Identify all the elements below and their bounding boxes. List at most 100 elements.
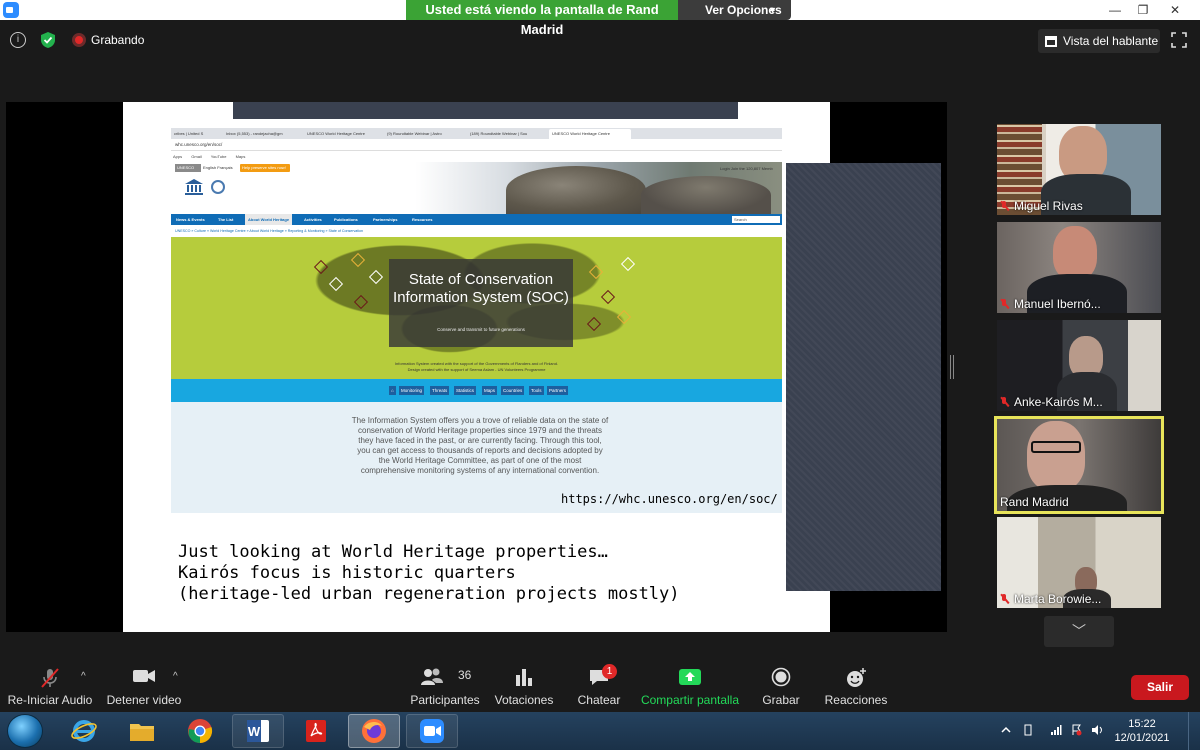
security-shield-icon[interactable] <box>40 31 56 49</box>
mic-muted-icon <box>1000 299 1009 309</box>
soc-tab-bar: ⌂ Monitoring Threats Statistics Maps Cou… <box>171 379 782 402</box>
login-link: Login Join the 120,807 Memb <box>720 166 773 171</box>
speaker-view-icon <box>1045 36 1057 47</box>
video-camera-icon <box>133 670 155 682</box>
audio-options-caret-icon[interactable]: ^ <box>81 671 86 682</box>
video-options-caret-icon[interactable]: ^ <box>173 671 178 682</box>
soc-tab: Countries <box>501 386 525 395</box>
participant-name: Miguel Rivas <box>1000 199 1083 213</box>
close-icon[interactable]: ✕ <box>1160 0 1190 20</box>
participant-name-label: Marta Borowie... <box>1014 592 1102 606</box>
pdf-icon <box>306 720 326 742</box>
participant-name-label: Miguel Rivas <box>1014 199 1083 213</box>
chrome-icon <box>188 719 213 744</box>
meeting-toolbar: Re-Iniciar Audio ^ Detener video ^ 36 Pa… <box>0 655 1200 712</box>
polls-chart-icon <box>516 669 532 686</box>
show-hidden-icons-icon[interactable] <box>1000 724 1012 736</box>
windows-start-icon[interactable] <box>7 714 43 748</box>
browser-bookmarks-bar: Apps Gmail YouTube Maps <box>171 151 782 162</box>
help-preserve-button: Help preserve sites now! <box>240 164 290 172</box>
network-icon[interactable] <box>1050 724 1062 736</box>
participant-tile[interactable]: Anke-Kairós M... <box>997 320 1161 411</box>
reactions-button[interactable]: Reacciones <box>822 655 890 712</box>
participant-tile[interactable]: Marta Borowie... <box>997 517 1161 608</box>
nav-item: News & Events <box>176 217 205 222</box>
gallery-scroll-down-button[interactable]: ﹀ <box>1044 616 1114 647</box>
nav-item: Resources <box>412 217 433 222</box>
header-photo <box>506 166 646 214</box>
meeting-info-icon[interactable]: i <box>10 32 26 48</box>
home-icon: ⌂ <box>389 386 396 395</box>
browser-tab: Inbox (5,553) - randejacha@gm <box>226 131 283 136</box>
device-icon[interactable] <box>1022 724 1034 736</box>
windows-taskbar: W 15:22 12/01/2021 <box>0 712 1200 750</box>
unesco-temple-logo-icon <box>185 179 203 195</box>
taskbar-firefox[interactable] <box>348 714 400 748</box>
mic-muted-icon <box>1000 201 1009 211</box>
soc-tab: Maps <box>482 386 498 395</box>
window-title-bar: Usted está viendo la pantalla de Rand Ma… <box>0 0 1200 37</box>
shared-screen: cribes | United S Inbox (5,553) - randej… <box>6 102 947 632</box>
nav-item-active: About World Heritage <box>245 214 293 225</box>
soc-banner: State of Conservation Information System… <box>171 237 782 379</box>
action-center-flag-icon[interactable] <box>1070 724 1082 736</box>
panel-splitter-handle[interactable] <box>950 355 954 379</box>
speaker-view-button[interactable]: Vista del hablante <box>1038 29 1160 53</box>
participant-tile-active-speaker[interactable]: Rand Madrid <box>994 416 1164 514</box>
language-links: English Français <box>203 165 233 170</box>
participant-video <box>1027 421 1085 491</box>
bookmark-item: YouTube <box>210 154 227 159</box>
view-options-button[interactable]: Ver Opciones ▼ <box>678 0 791 20</box>
chat-button[interactable]: 1 Chatear <box>570 655 628 712</box>
taskbar-chrome[interactable] <box>174 714 226 748</box>
participant-name-label: Rand Madrid <box>1000 495 1069 509</box>
participants-button[interactable]: 36 Participantes <box>405 655 485 712</box>
stop-video-button[interactable]: Detener video <box>104 655 184 712</box>
fullscreen-icon[interactable] <box>1171 32 1187 48</box>
folder-icon <box>130 724 154 741</box>
taskbar-zoom[interactable] <box>406 714 458 748</box>
share-screen-button[interactable]: Compartir pantalla <box>640 655 740 712</box>
soc-title-box: State of Conservation Information System… <box>389 259 573 347</box>
taskbar-acrobat[interactable] <box>290 714 342 748</box>
reactions-label: Reacciones <box>824 693 888 707</box>
leave-meeting-button[interactable]: Salir <box>1131 675 1189 700</box>
video-label: Detener video <box>106 693 182 707</box>
restore-icon[interactable]: ❐ <box>1128 0 1158 20</box>
record-label: Grabar <box>762 693 800 707</box>
soc-credit: Information System created with the supp… <box>171 361 782 373</box>
browser-address-bar: whc.unesco.org/en/soc/ <box>171 139 782 151</box>
soc-credit-line: Design created with the support of Seema… <box>407 367 546 372</box>
recording-indicator-icon <box>72 33 86 47</box>
nav-item: Publications <box>334 217 358 222</box>
bookmark-item: Gmail <box>191 154 202 159</box>
system-clock[interactable]: 15:22 12/01/2021 <box>1112 717 1172 745</box>
share-screen-icon <box>679 669 701 685</box>
polls-button[interactable]: Votaciones <box>490 655 558 712</box>
chevron-down-icon: ▼ <box>768 5 777 15</box>
participant-tile[interactable]: Miguel Rivas <box>997 124 1161 215</box>
participant-name: Manuel Ibernó... <box>1000 297 1101 311</box>
bookmark-item: Apps <box>173 154 183 159</box>
volume-icon[interactable] <box>1091 724 1103 736</box>
taskbar-internet-explorer[interactable] <box>58 714 110 748</box>
mic-muted-icon <box>1000 594 1009 604</box>
site-search-input: Search <box>732 216 780 223</box>
recording-label: Grabando <box>91 33 145 47</box>
record-button[interactable]: Grabar <box>755 655 807 712</box>
soc-description-area: The Information System offers you a trov… <box>171 402 782 513</box>
chat-unread-badge: 1 <box>602 664 617 679</box>
participant-name-label: Manuel Ibernó... <box>1014 297 1101 311</box>
taskbar-word[interactable]: W <box>232 714 284 748</box>
reinitiate-audio-button[interactable]: Re-Iniciar Audio <box>6 655 94 712</box>
soc-url-caption: https://whc.unesco.org/en/soc/ <box>561 492 778 506</box>
shared-screen-side-panel <box>786 163 941 591</box>
bookmark-item: Maps <box>235 154 246 159</box>
soc-title: State of Conservation Information System… <box>393 271 569 306</box>
chevron-down-icon: ﹀ <box>1072 623 1086 639</box>
zoom-meeting-window: Usted está viendo la pantalla de Rand Ma… <box>0 0 1200 750</box>
show-desktop-button[interactable] <box>1188 712 1200 750</box>
minimize-icon[interactable]: — <box>1100 0 1130 20</box>
taskbar-file-explorer[interactable] <box>116 714 168 748</box>
participant-tile[interactable]: Manuel Ibernó... <box>997 222 1161 313</box>
